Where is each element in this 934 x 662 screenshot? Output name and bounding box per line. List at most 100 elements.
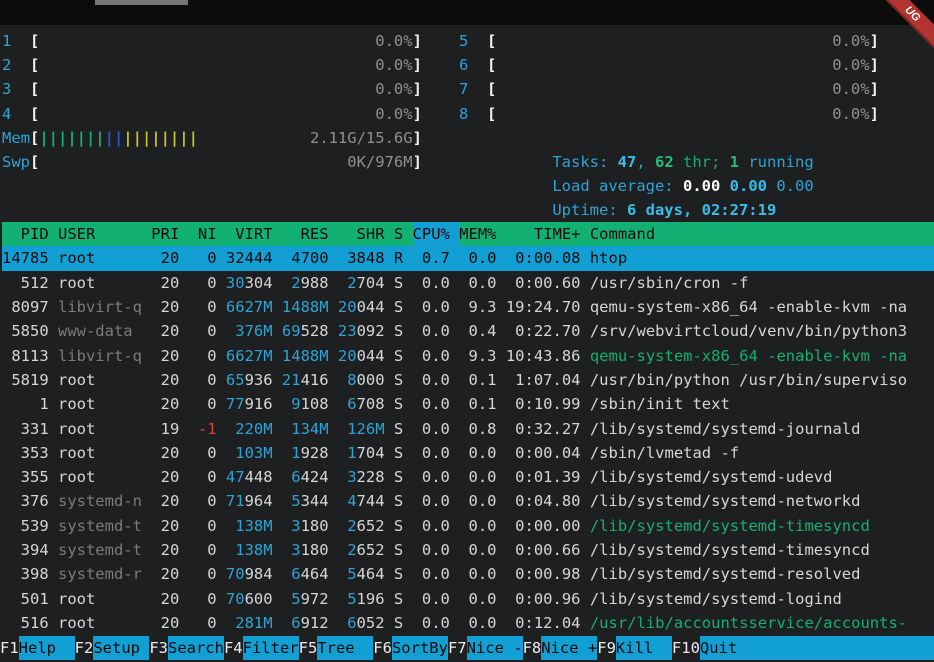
fkey-f4[interactable]: F4: [224, 636, 243, 660]
process-row-8097[interactable]: 8097libvirt-q2006627M1488M20044S0.09.319…: [2, 295, 934, 319]
cell-time: 1:07.04: [506, 368, 590, 392]
cell-pri: 20: [151, 344, 188, 368]
meter-bar-green: |: [67, 126, 76, 150]
browser-tab-sliver[interactable]: [95, 0, 188, 5]
process-row-539[interactable]: 539systemd-t200138M31802652S0.00.00:00.0…: [2, 514, 934, 538]
meter-bar-green: |: [49, 126, 58, 150]
column-header-virt[interactable]: VIRT: [226, 222, 282, 246]
process-row-331[interactable]: 331root19-1220M134M126MS0.00.80:32.27/li…: [2, 417, 934, 441]
cell-res: 4700: [282, 246, 338, 270]
column-header-pri[interactable]: PRI: [151, 222, 188, 246]
column-header-res[interactable]: RES: [282, 222, 338, 246]
meter-bar-blue: |: [105, 126, 114, 150]
fkey-label-f5[interactable]: Tree: [317, 636, 373, 660]
column-header-cpu[interactable]: CPU%: [413, 222, 460, 246]
process-row-512[interactable]: 512root2003030429882704S0.00.00:00.60/us…: [2, 271, 934, 295]
process-row-5850[interactable]: 5850www-data200376M6952823092S0.00.40:22…: [2, 319, 934, 343]
cell-virt: 30304: [226, 271, 282, 295]
cell-res: 1928: [282, 441, 338, 465]
fkey-label-f2[interactable]: Setup: [93, 636, 149, 660]
meters-area: 1 [0.0%]2 [0.0%]3 [0.0%]4 [0.0%]Mem[||||…: [0, 25, 934, 198]
cell-time: 0:00.96: [506, 587, 590, 611]
cell-res: 6424: [282, 465, 338, 489]
fkey-f6[interactable]: F6: [373, 636, 392, 660]
cell-s: S: [394, 538, 413, 562]
meter-label: 2: [2, 53, 30, 77]
cell-time: 0:32.27: [506, 417, 590, 441]
meter-value: 0.0%: [832, 53, 869, 77]
load-5min: 0.00: [730, 177, 777, 195]
column-header-ni[interactable]: NI: [189, 222, 226, 246]
cell-res: 1488M: [282, 295, 338, 319]
cell-ni: 0: [189, 319, 226, 343]
fkey-f10[interactable]: F10: [672, 636, 700, 660]
fkey-f1[interactable]: F1: [0, 636, 19, 660]
process-row-355[interactable]: 355root2004744864243228S0.00.00:01.39/li…: [2, 465, 934, 489]
cell-res: 3180: [282, 514, 338, 538]
fkey-label-f10[interactable]: Quit: [700, 636, 934, 660]
process-row-516[interactable]: 516root200281M69126052S0.00.00:12.04/usr…: [2, 611, 934, 635]
process-row-398[interactable]: 398systemd-r2007098464645464S0.00.00:00.…: [2, 562, 934, 586]
cell-res: 5972: [282, 587, 338, 611]
function-key-bar: F1Help F2Setup F3SearchF4FilterF5Tree F6…: [0, 636, 934, 660]
cell-time: 0:00.60: [506, 271, 590, 295]
tasks-comma: ,: [636, 153, 655, 171]
cell-pid: 331: [2, 417, 58, 441]
cell-pid: 539: [2, 514, 58, 538]
meter-close-bracket: ]: [413, 102, 422, 126]
process-row-501[interactable]: 501root2007060059725196S0.00.00:00.96/li…: [2, 587, 934, 611]
fkey-f8[interactable]: F8: [523, 636, 542, 660]
fkey-label-f1[interactable]: Help: [19, 636, 75, 660]
process-row-5819[interactable]: 5819root20065936214168000S0.00.11:07.04/…: [2, 368, 934, 392]
tasks-running-count: 1: [730, 153, 739, 171]
cell-pid: 5850: [2, 319, 58, 343]
cell-user: systemd-t: [58, 538, 151, 562]
fkey-label-f7[interactable]: Nice -: [467, 636, 523, 660]
fkey-f5[interactable]: F5: [299, 636, 318, 660]
cell-cpu: 0.0: [413, 465, 460, 489]
cell-pri: 20: [151, 392, 188, 416]
meter-bar-green: |: [86, 126, 95, 150]
meter-bar-green: |: [77, 126, 86, 150]
column-header-shr[interactable]: SHR: [338, 222, 394, 246]
meter-close-bracket: ]: [870, 102, 879, 126]
cell-cpu: 0.0: [413, 514, 460, 538]
column-header-s[interactable]: S: [394, 222, 413, 246]
fkey-f7[interactable]: F7: [448, 636, 467, 660]
cpu-meter-1: 1 [0.0%]: [2, 29, 432, 53]
cell-virt: 6627M: [226, 295, 282, 319]
cell-virt: 220M: [226, 417, 282, 441]
fkey-label-f3[interactable]: Search: [168, 636, 224, 660]
fkey-f2[interactable]: F2: [75, 636, 94, 660]
meter-open-bracket: [: [30, 102, 39, 126]
cell-virt: 138M: [226, 538, 282, 562]
cell-virt: 138M: [226, 514, 282, 538]
process-row-376[interactable]: 376systemd-n2007196453444744S0.00.00:04.…: [2, 489, 934, 513]
cell-cpu: 0.0: [413, 344, 460, 368]
cell-mem: 0.4: [459, 319, 506, 343]
load-label: Load average:: [552, 177, 683, 195]
fkey-label-f4[interactable]: Filter: [243, 636, 299, 660]
process-row-353[interactable]: 353root200103M19281704S0.00.00:00.04/sbi…: [2, 441, 934, 465]
fkey-label-f6[interactable]: SortBy: [392, 636, 448, 660]
process-row-1[interactable]: 1root2007791691086708S0.00.10:10.99/sbin…: [2, 392, 934, 416]
column-header-user[interactable]: USER: [58, 222, 151, 246]
fkey-f9[interactable]: F9: [597, 636, 616, 660]
process-row-394[interactable]: 394systemd-t200138M31802652S0.00.00:00.6…: [2, 538, 934, 562]
meter-bar-green: |: [39, 126, 48, 150]
fkey-label-f9[interactable]: Kill: [616, 636, 672, 660]
cell-pid: 353: [2, 441, 58, 465]
cell-res: 6464: [282, 562, 338, 586]
meter-close-bracket: ]: [413, 53, 422, 77]
process-row-14785[interactable]: 14785root2003244447003848R0.70.00:00.08h…: [2, 246, 934, 270]
column-header-cmd[interactable]: Command: [590, 222, 934, 246]
cell-res: 9108: [282, 392, 338, 416]
fkey-f3[interactable]: F3: [149, 636, 168, 660]
meter-open-bracket: [: [487, 77, 496, 101]
fkey-label-f8[interactable]: Nice +: [541, 636, 597, 660]
meter-bar-yellow: |: [151, 126, 160, 150]
cell-res: 3180: [282, 538, 338, 562]
window-top-bar: [0, 0, 934, 25]
process-row-8113[interactable]: 8113libvirt-q2006627M1488M20044S0.09.310…: [2, 344, 934, 368]
column-header-pid[interactable]: PID: [2, 222, 58, 246]
